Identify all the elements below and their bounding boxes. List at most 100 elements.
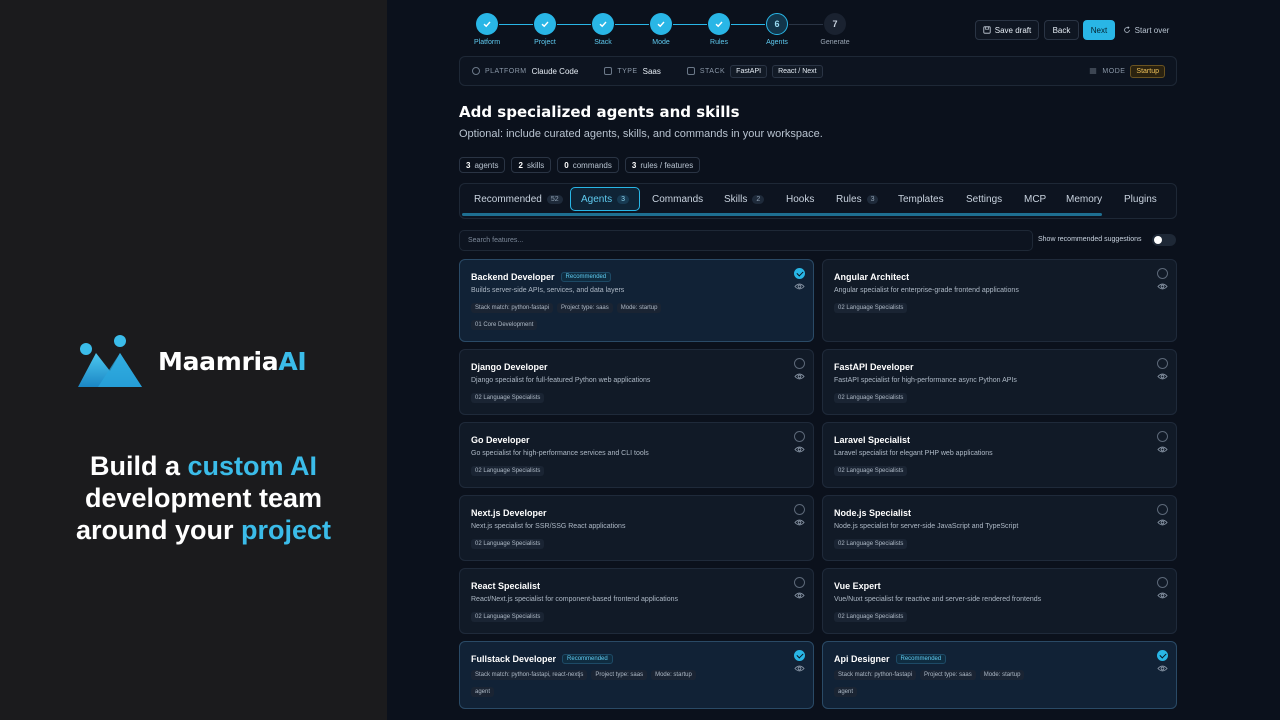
agent-card[interactable]: Api Designer Recommended Stack match: pyth… bbox=[822, 641, 1177, 709]
eye-icon[interactable] bbox=[1157, 519, 1168, 526]
tab-count-badge: 52 bbox=[546, 194, 563, 204]
agent-tags: Stack match: python-fastapi Project type:… bbox=[834, 670, 1025, 680]
agent-card[interactable]: Node.js Specialist Node.js specialist for… bbox=[822, 495, 1177, 561]
back-button[interactable]: Back bbox=[1044, 20, 1079, 40]
tab-label: Settings bbox=[966, 193, 1003, 205]
eye-icon[interactable] bbox=[1157, 665, 1168, 672]
agent-card-title: Fullstack Developer Recommended bbox=[471, 654, 613, 664]
agent-tags: 02 Language Specialists bbox=[834, 393, 908, 403]
search-placeholder: Search features... bbox=[468, 237, 524, 244]
start-over-label: Start over bbox=[1134, 25, 1170, 35]
agent-tag: Mode: startup bbox=[651, 670, 696, 680]
agent-name: Laravel Specialist bbox=[834, 435, 911, 445]
select-checkbox[interactable] bbox=[794, 268, 805, 279]
agent-card-title: Django Developer bbox=[471, 362, 548, 372]
select-checkbox[interactable] bbox=[1157, 504, 1168, 515]
save-draft-button[interactable]: Save draft bbox=[975, 20, 1039, 40]
tab-skills[interactable]: Skills 2 bbox=[714, 187, 774, 211]
agent-card[interactable]: Backend Developer Recommended Builds serve… bbox=[459, 259, 814, 342]
agent-card-title: React Specialist bbox=[471, 581, 540, 591]
eye-icon[interactable] bbox=[794, 446, 805, 453]
count-label: commands bbox=[572, 160, 612, 170]
agent-tag: 02 Language Specialists bbox=[834, 612, 908, 622]
agent-description: React/Next.js specialist for component-b… bbox=[471, 596, 678, 603]
agent-card[interactable]: FastAPI Developer FastAPI specialist for … bbox=[822, 349, 1177, 415]
count-number: 3 bbox=[466, 160, 471, 170]
agent-name: Angular Architect bbox=[834, 272, 910, 282]
agent-card-title: Api Designer Recommended bbox=[834, 654, 947, 664]
step-project[interactable]: Project bbox=[515, 13, 575, 46]
eye-icon[interactable] bbox=[1157, 592, 1168, 599]
agent-card[interactable]: React Specialist React/Next.js specialist… bbox=[459, 568, 814, 634]
agent-card[interactable]: Angular Architect Angular specialist for … bbox=[822, 259, 1177, 342]
step-indicator bbox=[592, 13, 614, 35]
agent-card-title: Angular Architect bbox=[834, 272, 909, 282]
eye-icon[interactable] bbox=[794, 665, 805, 672]
tab-templates[interactable]: Templates bbox=[888, 187, 954, 211]
agent-tag: Project type: saas bbox=[557, 303, 613, 313]
agent-name: Fullstack Developer bbox=[471, 654, 557, 664]
count-number: 3 bbox=[631, 160, 637, 170]
count-commands: 0 commands bbox=[557, 157, 619, 173]
step-indicator bbox=[650, 13, 672, 35]
select-checkbox[interactable] bbox=[794, 650, 805, 661]
agent-tags: 02 Language Specialists bbox=[471, 466, 545, 476]
tab-rules[interactable]: Rules 3 bbox=[826, 187, 888, 211]
tab-agents[interactable]: Agents 3 bbox=[570, 187, 641, 211]
tab-commands[interactable]: Commands bbox=[642, 187, 713, 211]
next-button[interactable]: Next bbox=[1083, 20, 1115, 40]
next-label: Next bbox=[1090, 25, 1108, 35]
agent-tag: Stack match: python-fastapi, react-nextj… bbox=[471, 670, 588, 680]
agent-card[interactable]: Vue Expert Vue/Nuxt specialist for reacti… bbox=[822, 568, 1177, 634]
stack-chip: FastAPI bbox=[730, 64, 768, 78]
step-mode[interactable]: Mode bbox=[631, 13, 691, 46]
select-checkbox[interactable] bbox=[1157, 358, 1168, 369]
tab-settings[interactable]: Settings bbox=[956, 187, 1012, 211]
suggestions-toggle[interactable] bbox=[1152, 234, 1176, 246]
feature-tabs: Recommended 52 Agents 3 Commands Skills 2 Hooks… bbox=[459, 183, 1177, 219]
select-checkbox[interactable] bbox=[794, 577, 805, 588]
select-checkbox[interactable] bbox=[794, 504, 805, 515]
select-checkbox[interactable] bbox=[1157, 268, 1168, 279]
step-agents[interactable]: 6 Agents bbox=[747, 13, 807, 46]
step-label: Platform bbox=[473, 39, 501, 46]
agent-description: Builds server-side APIs, services, and d… bbox=[471, 287, 625, 294]
select-checkbox[interactable] bbox=[1157, 577, 1168, 588]
eye-icon[interactable] bbox=[1157, 283, 1168, 290]
tab-hooks[interactable]: Hooks bbox=[776, 187, 824, 211]
select-checkbox[interactable] bbox=[1157, 650, 1168, 661]
type-value: Saas bbox=[642, 66, 661, 76]
step-platform[interactable]: Platform bbox=[457, 13, 517, 46]
start-over-button[interactable]: Start over bbox=[1121, 20, 1171, 40]
search-input[interactable]: Search features... bbox=[459, 230, 1033, 251]
tabs-scrollbar[interactable] bbox=[462, 213, 1102, 216]
agent-tag: 02 Language Specialists bbox=[471, 466, 545, 476]
agent-description: Node.js specialist for server-side JavaS… bbox=[834, 523, 1019, 530]
select-checkbox[interactable] bbox=[794, 358, 805, 369]
step-rules[interactable]: Rules bbox=[689, 13, 749, 46]
agent-card[interactable]: Laravel Specialist Laravel specialist for… bbox=[822, 422, 1177, 488]
agent-description: Next.js specialist for SSR/SSG React app… bbox=[471, 523, 626, 530]
eye-icon[interactable] bbox=[1157, 446, 1168, 453]
tab-recommended[interactable]: Recommended 52 bbox=[464, 187, 573, 211]
step-stack[interactable]: Stack bbox=[573, 13, 633, 46]
agent-card[interactable]: Django Developer Django specialist for fu… bbox=[459, 349, 814, 415]
tab-plugins[interactable]: Plugins bbox=[1114, 187, 1167, 211]
agent-tags: 02 Language Specialists bbox=[834, 466, 908, 476]
eye-icon[interactable] bbox=[794, 373, 805, 380]
agent-card[interactable]: Go Developer Go specialist for high-perfo… bbox=[459, 422, 814, 488]
agent-card[interactable]: Fullstack Developer Recommended Stack matc… bbox=[459, 641, 814, 709]
select-checkbox[interactable] bbox=[1157, 431, 1168, 442]
eye-icon[interactable] bbox=[794, 592, 805, 599]
select-checkbox[interactable] bbox=[794, 431, 805, 442]
count-rules: 3 rules / features bbox=[624, 157, 701, 173]
eye-icon[interactable] bbox=[1157, 373, 1168, 380]
eye-icon[interactable] bbox=[794, 519, 805, 526]
agent-tag: agent bbox=[834, 687, 858, 697]
step-generate[interactable]: 7 Generate bbox=[805, 13, 865, 46]
agent-card[interactable]: Next.js Developer Next.js specialist for … bbox=[459, 495, 814, 561]
eye-icon[interactable] bbox=[794, 283, 805, 290]
tab-memory[interactable]: Memory bbox=[1056, 187, 1112, 211]
tab-mcp[interactable]: MCP bbox=[1014, 187, 1056, 211]
config-summary-bar: PLATFORM Claude Code TYPE Saas STACK Fas… bbox=[459, 56, 1177, 86]
